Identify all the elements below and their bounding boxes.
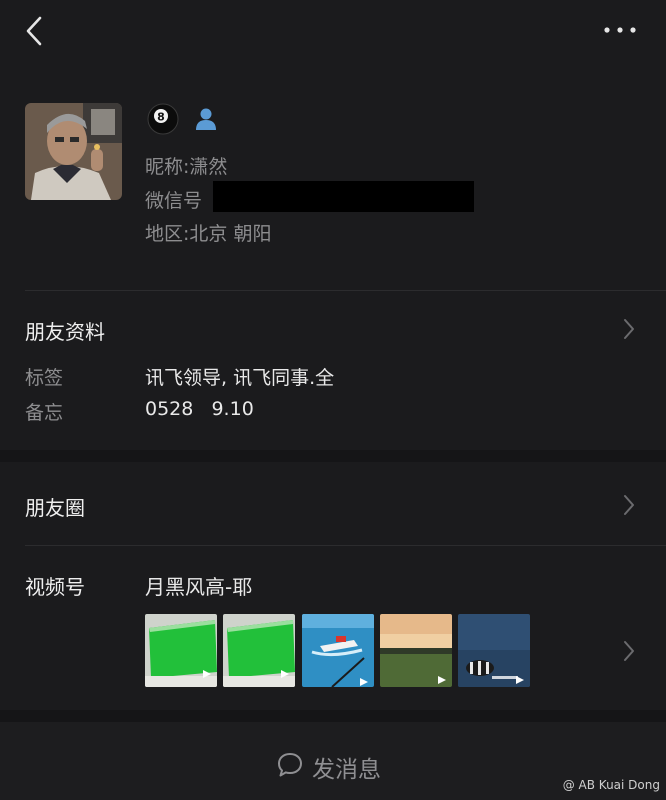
top-bar [0,0,666,66]
section-gap [0,710,666,722]
wechat-id-label: 微信号 [145,190,203,212]
chat-bubble-icon[interactable] [276,751,304,779]
person-icon [196,108,216,130]
memo-value: 0528 9.10 [145,398,254,420]
nickname-line: 昵称:潇然 [145,152,227,179]
channel-thumbnail-sunset[interactable] [380,614,452,687]
tags-value: 讯飞领导, 讯飞同事.全 [145,367,335,389]
redacted-wechat-id [213,181,474,212]
region-label: 地区: [145,223,190,245]
avatar[interactable] [25,103,122,200]
more-options-icon[interactable] [602,18,638,42]
nickname-label: 昵称: [145,156,190,178]
divider [25,290,666,291]
channel-thumbnail-green-screen[interactable] [223,614,295,687]
moments-title: 朋友圈 [25,496,85,520]
chevron-right-icon [624,641,634,661]
back-arrow-icon[interactable] [18,14,52,48]
wechat-id-line: 微信号 [145,186,202,213]
nickname-value: 潇然 [189,156,228,178]
chevron-right-icon [624,319,634,339]
friend-info-title: 朋友资料 [25,320,105,344]
watermark: @ AB Kuai Dong [562,778,660,792]
memo-label: 备忘 [25,402,64,424]
send-message-button[interactable]: 发消息 [312,750,381,784]
channel-name: 月黑风高-耶 [145,575,253,599]
channel-thumbnail-green-screen[interactable] [145,614,217,687]
region-line: 地区:北京 朝阳 [145,219,271,246]
channels-title: 视频号 [25,575,85,599]
channel-thumbnail-speedboat[interactable] [302,614,374,687]
region-value: 北京 朝阳 [189,223,272,245]
divider [25,545,666,546]
channel-thumbnail-fish[interactable] [458,614,530,687]
tags-label: 标签 [25,367,64,389]
chevron-right-icon [624,495,634,515]
eight-ball-icon: 8 [147,103,179,135]
eight-ball-number: 8 [157,111,165,124]
section-gap [0,450,666,462]
